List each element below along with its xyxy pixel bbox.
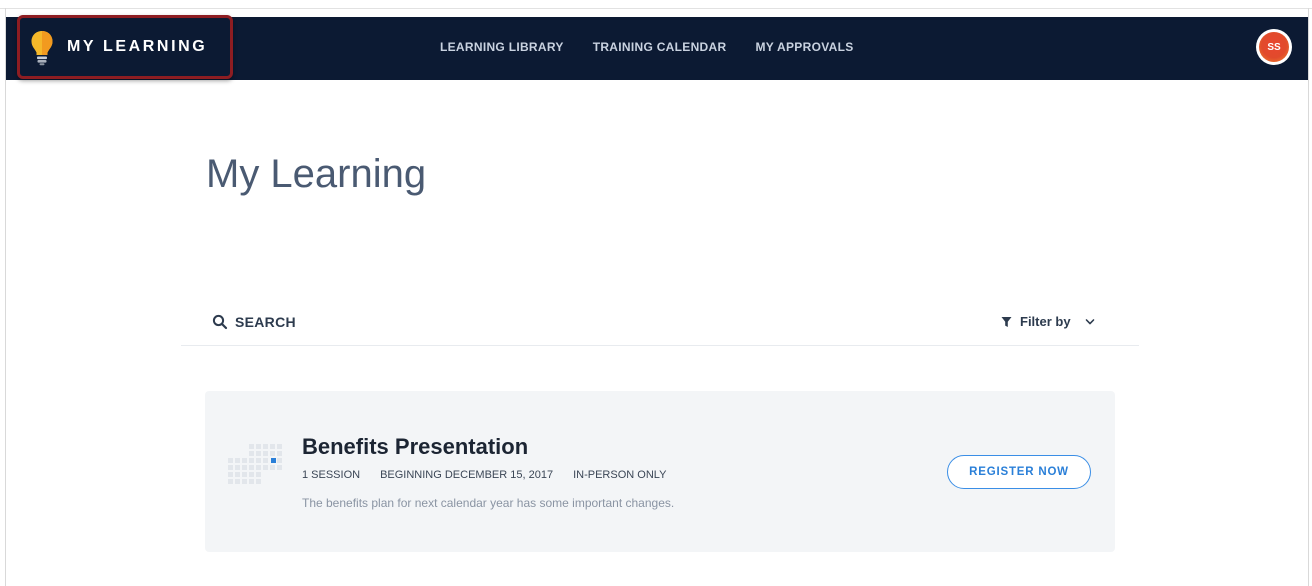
filter-dropdown[interactable]: Filter by bbox=[1001, 314, 1095, 329]
search-label: SEARCH bbox=[235, 314, 296, 330]
search-divider bbox=[181, 345, 1139, 346]
avatar-initials: SS bbox=[1259, 32, 1289, 62]
app-window: MY LEARNING LEARNING LIBRARY TRAINING CA… bbox=[0, 0, 1312, 586]
page-title: My Learning bbox=[206, 152, 427, 196]
course-meta: 1 SESSION BEGINNING DECEMBER 15, 2017 IN… bbox=[302, 469, 666, 481]
search-button[interactable]: SEARCH bbox=[212, 314, 296, 330]
nav-training-calendar[interactable]: TRAINING CALENDAR bbox=[593, 40, 727, 54]
course-delivery-type: IN-PERSON ONLY bbox=[573, 469, 667, 481]
nav-learning-library[interactable]: LEARNING LIBRARY bbox=[440, 40, 564, 54]
chevron-down-icon bbox=[1085, 318, 1094, 324]
main-nav: LEARNING LIBRARY TRAINING CALENDAR MY AP… bbox=[440, 40, 854, 54]
course-start-date: BEGINNING DECEMBER 15, 2017 bbox=[380, 469, 554, 481]
course-session-count: 1 SESSION bbox=[302, 469, 361, 481]
register-now-button[interactable]: REGISTER NOW bbox=[947, 455, 1091, 489]
filter-label: Filter by bbox=[1020, 314, 1071, 329]
window-border-right bbox=[1308, 8, 1309, 586]
calendar-icon bbox=[228, 444, 282, 484]
window-border-left bbox=[5, 8, 6, 586]
course-card[interactable]: Benefits Presentation 1 SESSION BEGINNIN… bbox=[205, 391, 1115, 552]
course-title[interactable]: Benefits Presentation bbox=[302, 434, 528, 460]
lightbulb-icon bbox=[31, 31, 53, 66]
brand-my-learning-link[interactable]: MY LEARNING bbox=[17, 15, 233, 79]
nav-my-approvals[interactable]: MY APPROVALS bbox=[755, 40, 853, 54]
filter-icon bbox=[1001, 316, 1012, 327]
top-navigation-bar: MY LEARNING LEARNING LIBRARY TRAINING CA… bbox=[6, 15, 1308, 80]
user-avatar-button[interactable]: SS bbox=[1256, 29, 1292, 65]
search-icon bbox=[212, 314, 228, 330]
course-description: The benefits plan for next calendar year… bbox=[302, 496, 675, 510]
brand-label: MY LEARNING bbox=[67, 38, 208, 55]
window-border-top bbox=[0, 8, 1312, 9]
